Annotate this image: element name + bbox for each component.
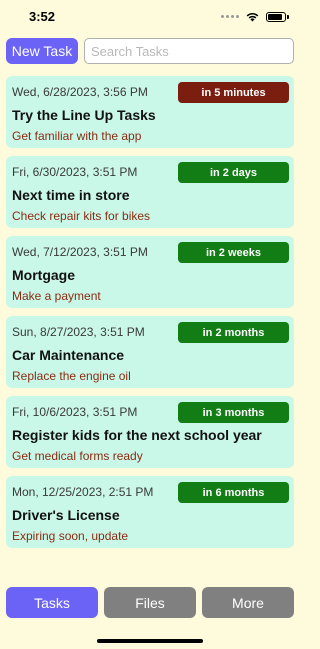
task-note: Get familiar with the app: [12, 129, 142, 143]
tab-tasks[interactable]: Tasks: [6, 587, 98, 618]
task-card[interactable]: Fri, 6/30/2023, 3:51 PM in 2 days Next tim…: [6, 156, 294, 228]
task-date: Wed, 7/12/2023, 3:51 PM: [12, 245, 148, 259]
task-title: Mortgage: [12, 267, 75, 283]
due-badge: in 2 weeks: [178, 242, 289, 263]
status-bar: 3:52: [0, 0, 300, 34]
task-title: Next time in store: [12, 187, 130, 203]
task-note: Make a payment: [12, 289, 101, 303]
task-title: Car Maintenance: [12, 347, 125, 363]
task-note: Get medical forms ready: [12, 449, 143, 463]
task-date: Mon, 12/25/2023, 2:51 PM: [12, 485, 154, 499]
top-bar: New Task: [6, 38, 294, 64]
task-card[interactable]: Fri, 10/6/2023, 3:51 PM in 3 months Regist…: [6, 396, 294, 468]
task-note: Replace the engine oil: [12, 369, 131, 383]
status-icons: [221, 11, 289, 22]
due-badge: in 5 minutes: [178, 82, 289, 103]
due-badge: in 2 days: [178, 162, 289, 183]
search-input[interactable]: [84, 38, 294, 64]
task-card[interactable]: Wed, 6/28/2023, 3:56 PM in 5 minutes Try t…: [6, 76, 294, 148]
task-date: Wed, 6/28/2023, 3:56 PM: [12, 85, 148, 99]
due-badge: in 6 months: [178, 482, 289, 503]
task-note: Check repair kits for bikes: [12, 209, 151, 223]
task-title: Register kids for the next school year: [12, 427, 262, 443]
task-date: Sun, 8/27/2023, 3:51 PM: [12, 325, 145, 339]
new-task-button[interactable]: New Task: [6, 38, 78, 64]
task-title: Driver's License: [12, 507, 120, 523]
tab-files[interactable]: Files: [104, 587, 196, 618]
battery-icon: [266, 11, 289, 22]
wifi-icon: [246, 12, 259, 22]
home-indicator: [97, 639, 203, 643]
tab-more[interactable]: More: [202, 587, 294, 618]
task-note: Expiring soon, update: [12, 529, 129, 543]
task-card[interactable]: Mon, 12/25/2023, 2:51 PM in 6 months Drive…: [6, 476, 294, 548]
task-card[interactable]: Wed, 7/12/2023, 3:51 PM in 2 weeks Mortgag…: [6, 236, 294, 308]
cellular-signal-icon: [221, 15, 239, 18]
task-date: Fri, 10/6/2023, 3:51 PM: [12, 405, 138, 419]
status-time: 3:52: [29, 9, 56, 24]
due-badge: in 2 months: [178, 322, 289, 343]
task-card[interactable]: Sun, 8/27/2023, 3:51 PM in 2 months Car Ma…: [6, 316, 294, 388]
due-badge: in 3 months: [178, 402, 289, 423]
task-date: Fri, 6/30/2023, 3:51 PM: [12, 165, 138, 179]
task-list: Wed, 6/28/2023, 3:56 PM in 5 minutes Try t…: [6, 76, 294, 556]
bottom-tab-bar: Tasks Files More: [6, 587, 294, 618]
task-title: Try the Line Up Tasks: [12, 107, 156, 123]
